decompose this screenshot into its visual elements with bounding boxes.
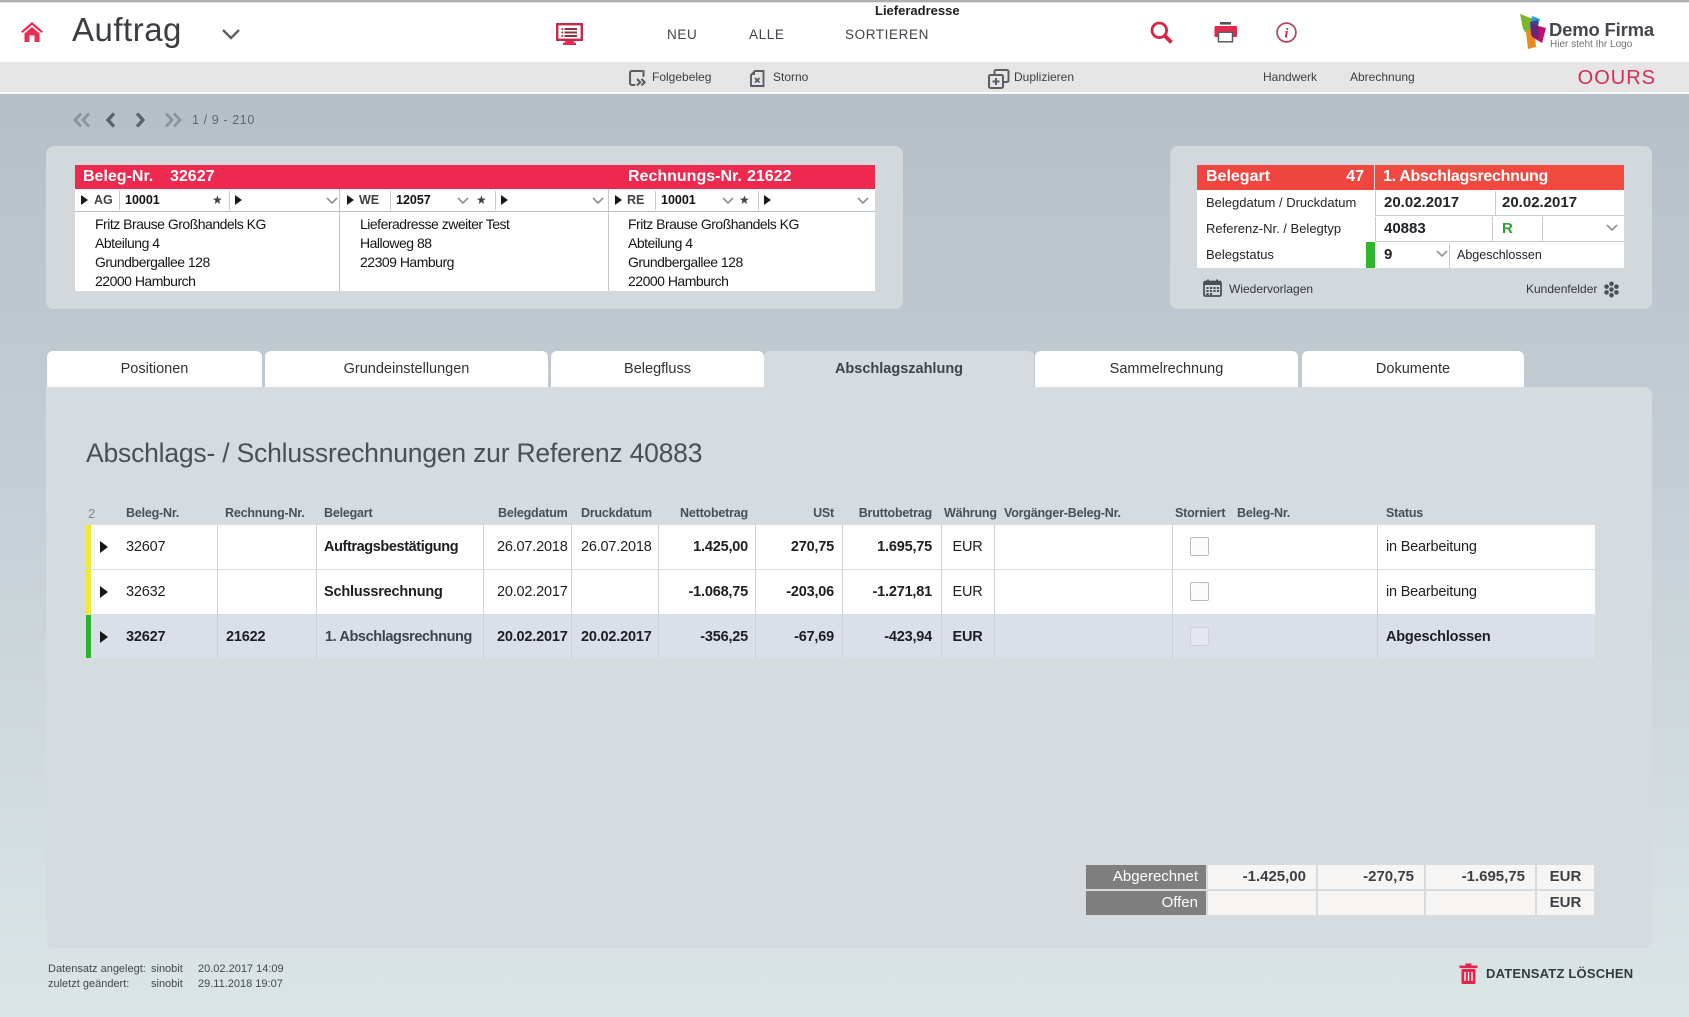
svg-text:i: i	[1285, 27, 1289, 42]
